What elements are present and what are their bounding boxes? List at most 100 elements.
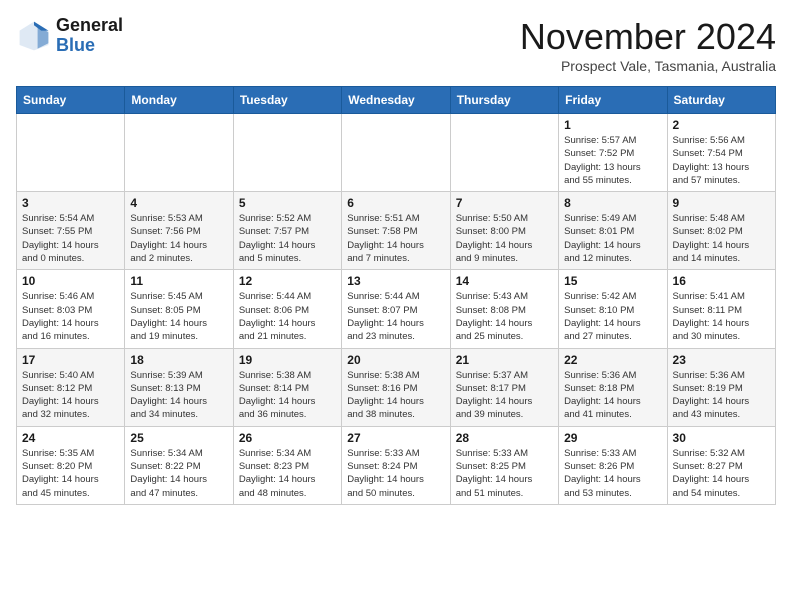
day-number: 5 <box>239 196 336 210</box>
day-number: 17 <box>22 353 119 367</box>
day-info: Sunrise: 5:40 AM Sunset: 8:12 PM Dayligh… <box>22 369 119 422</box>
day-number: 20 <box>347 353 444 367</box>
day-number: 24 <box>22 431 119 445</box>
week-row-4: 17 Sunrise: 5:40 AM Sunset: 8:12 PM Dayli… <box>17 348 776 426</box>
weekday-header-wednesday: Wednesday <box>342 87 450 114</box>
calendar-cell: 13 Sunrise: 5:44 AM Sunset: 8:07 PM Dayli… <box>342 270 450 348</box>
day-info: Sunrise: 5:42 AM Sunset: 8:10 PM Dayligh… <box>564 290 661 343</box>
calendar-cell: 22 Sunrise: 5:36 AM Sunset: 8:18 PM Dayli… <box>559 348 667 426</box>
day-number: 30 <box>673 431 770 445</box>
weekday-header-friday: Friday <box>559 87 667 114</box>
calendar-cell: 27 Sunrise: 5:33 AM Sunset: 8:24 PM Dayli… <box>342 426 450 504</box>
day-info: Sunrise: 5:38 AM Sunset: 8:16 PM Dayligh… <box>347 369 444 422</box>
weekday-header-saturday: Saturday <box>667 87 775 114</box>
calendar-cell: 30 Sunrise: 5:32 AM Sunset: 8:27 PM Dayli… <box>667 426 775 504</box>
calendar-cell: 5 Sunrise: 5:52 AM Sunset: 7:57 PM Daylig… <box>233 192 341 270</box>
calendar: SundayMondayTuesdayWednesdayThursdayFrid… <box>16 86 776 505</box>
calendar-cell <box>233 114 341 192</box>
day-info: Sunrise: 5:45 AM Sunset: 8:05 PM Dayligh… <box>130 290 227 343</box>
calendar-cell: 16 Sunrise: 5:41 AM Sunset: 8:11 PM Dayli… <box>667 270 775 348</box>
day-number: 19 <box>239 353 336 367</box>
day-number: 15 <box>564 274 661 288</box>
day-info: Sunrise: 5:36 AM Sunset: 8:18 PM Dayligh… <box>564 369 661 422</box>
day-number: 22 <box>564 353 661 367</box>
logo-text: General Blue <box>56 16 123 56</box>
day-info: Sunrise: 5:56 AM Sunset: 7:54 PM Dayligh… <box>673 134 770 187</box>
calendar-cell: 24 Sunrise: 5:35 AM Sunset: 8:20 PM Dayli… <box>17 426 125 504</box>
calendar-cell: 11 Sunrise: 5:45 AM Sunset: 8:05 PM Dayli… <box>125 270 233 348</box>
logo-icon <box>16 18 52 54</box>
calendar-cell: 3Sunrise: 5:54 AM Sunset: 7:55 PM Daylig… <box>17 192 125 270</box>
day-number: 16 <box>673 274 770 288</box>
logo: General Blue <box>16 16 123 56</box>
day-info: Sunrise: 5:57 AM Sunset: 7:52 PM Dayligh… <box>564 134 661 187</box>
day-number: 4 <box>130 196 227 210</box>
day-info: Sunrise: 5:35 AM Sunset: 8:20 PM Dayligh… <box>22 447 119 500</box>
calendar-body: 1Sunrise: 5:57 AM Sunset: 7:52 PM Daylig… <box>17 114 776 505</box>
day-info: Sunrise: 5:36 AM Sunset: 8:19 PM Dayligh… <box>673 369 770 422</box>
day-number: 2 <box>673 118 770 132</box>
week-row-3: 10 Sunrise: 5:46 AM Sunset: 8:03 PM Dayli… <box>17 270 776 348</box>
calendar-cell: 15 Sunrise: 5:42 AM Sunset: 8:10 PM Dayli… <box>559 270 667 348</box>
day-number: 28 <box>456 431 553 445</box>
calendar-cell: 23Sunrise: 5:36 AM Sunset: 8:19 PM Dayli… <box>667 348 775 426</box>
day-info: Sunrise: 5:54 AM Sunset: 7:55 PM Dayligh… <box>22 212 119 265</box>
calendar-cell <box>125 114 233 192</box>
calendar-cell: 14Sunrise: 5:43 AM Sunset: 8:08 PM Dayli… <box>450 270 558 348</box>
day-info: Sunrise: 5:43 AM Sunset: 8:08 PM Dayligh… <box>456 290 553 343</box>
calendar-cell: 6 Sunrise: 5:51 AM Sunset: 7:58 PM Daylig… <box>342 192 450 270</box>
day-number: 13 <box>347 274 444 288</box>
calendar-cell: 26 Sunrise: 5:34 AM Sunset: 8:23 PM Dayli… <box>233 426 341 504</box>
calendar-cell: 28 Sunrise: 5:33 AM Sunset: 8:25 PM Dayli… <box>450 426 558 504</box>
day-number: 26 <box>239 431 336 445</box>
day-info: Sunrise: 5:39 AM Sunset: 8:13 PM Dayligh… <box>130 369 227 422</box>
day-number: 27 <box>347 431 444 445</box>
calendar-cell: 29Sunrise: 5:33 AM Sunset: 8:26 PM Dayli… <box>559 426 667 504</box>
week-row-2: 3Sunrise: 5:54 AM Sunset: 7:55 PM Daylig… <box>17 192 776 270</box>
weekday-header-monday: Monday <box>125 87 233 114</box>
calendar-cell <box>17 114 125 192</box>
day-number: 9 <box>673 196 770 210</box>
week-row-5: 24 Sunrise: 5:35 AM Sunset: 8:20 PM Dayli… <box>17 426 776 504</box>
day-number: 10 <box>22 274 119 288</box>
calendar-cell: 19 Sunrise: 5:38 AM Sunset: 8:14 PM Dayli… <box>233 348 341 426</box>
calendar-cell: 1Sunrise: 5:57 AM Sunset: 7:52 PM Daylig… <box>559 114 667 192</box>
day-number: 25 <box>130 431 227 445</box>
day-number: 21 <box>456 353 553 367</box>
weekday-header-thursday: Thursday <box>450 87 558 114</box>
week-row-1: 1Sunrise: 5:57 AM Sunset: 7:52 PM Daylig… <box>17 114 776 192</box>
day-info: Sunrise: 5:52 AM Sunset: 7:57 PM Dayligh… <box>239 212 336 265</box>
day-number: 7 <box>456 196 553 210</box>
calendar-cell: 25Sunrise: 5:34 AM Sunset: 8:22 PM Dayli… <box>125 426 233 504</box>
calendar-cell: 4 Sunrise: 5:53 AM Sunset: 7:56 PM Daylig… <box>125 192 233 270</box>
title-area: November 2024 Prospect Vale, Tasmania, A… <box>520 16 776 74</box>
day-info: Sunrise: 5:44 AM Sunset: 8:07 PM Dayligh… <box>347 290 444 343</box>
day-info: Sunrise: 5:44 AM Sunset: 8:06 PM Dayligh… <box>239 290 336 343</box>
calendar-cell <box>342 114 450 192</box>
day-info: Sunrise: 5:33 AM Sunset: 8:25 PM Dayligh… <box>456 447 553 500</box>
day-info: Sunrise: 5:48 AM Sunset: 8:02 PM Dayligh… <box>673 212 770 265</box>
weekday-header-tuesday: Tuesday <box>233 87 341 114</box>
day-info: Sunrise: 5:46 AM Sunset: 8:03 PM Dayligh… <box>22 290 119 343</box>
day-info: Sunrise: 5:51 AM Sunset: 7:58 PM Dayligh… <box>347 212 444 265</box>
calendar-cell: 18Sunrise: 5:39 AM Sunset: 8:13 PM Dayli… <box>125 348 233 426</box>
day-info: Sunrise: 5:41 AM Sunset: 8:11 PM Dayligh… <box>673 290 770 343</box>
day-info: Sunrise: 5:33 AM Sunset: 8:24 PM Dayligh… <box>347 447 444 500</box>
day-info: Sunrise: 5:34 AM Sunset: 8:23 PM Dayligh… <box>239 447 336 500</box>
calendar-cell: 7 Sunrise: 5:50 AM Sunset: 8:00 PM Daylig… <box>450 192 558 270</box>
weekday-header-sunday: Sunday <box>17 87 125 114</box>
day-info: Sunrise: 5:53 AM Sunset: 7:56 PM Dayligh… <box>130 212 227 265</box>
calendar-cell <box>450 114 558 192</box>
calendar-cell: 8Sunrise: 5:49 AM Sunset: 8:01 PM Daylig… <box>559 192 667 270</box>
location-subtitle: Prospect Vale, Tasmania, Australia <box>520 58 776 74</box>
calendar-cell: 2 Sunrise: 5:56 AM Sunset: 7:54 PM Daylig… <box>667 114 775 192</box>
day-number: 29 <box>564 431 661 445</box>
day-info: Sunrise: 5:38 AM Sunset: 8:14 PM Dayligh… <box>239 369 336 422</box>
header: General Blue November 2024 Prospect Vale… <box>16 16 776 74</box>
day-number: 11 <box>130 274 227 288</box>
day-info: Sunrise: 5:32 AM Sunset: 8:27 PM Dayligh… <box>673 447 770 500</box>
day-info: Sunrise: 5:50 AM Sunset: 8:00 PM Dayligh… <box>456 212 553 265</box>
weekday-header-row: SundayMondayTuesdayWednesdayThursdayFrid… <box>17 87 776 114</box>
calendar-cell: 21Sunrise: 5:37 AM Sunset: 8:17 PM Dayli… <box>450 348 558 426</box>
day-number: 6 <box>347 196 444 210</box>
